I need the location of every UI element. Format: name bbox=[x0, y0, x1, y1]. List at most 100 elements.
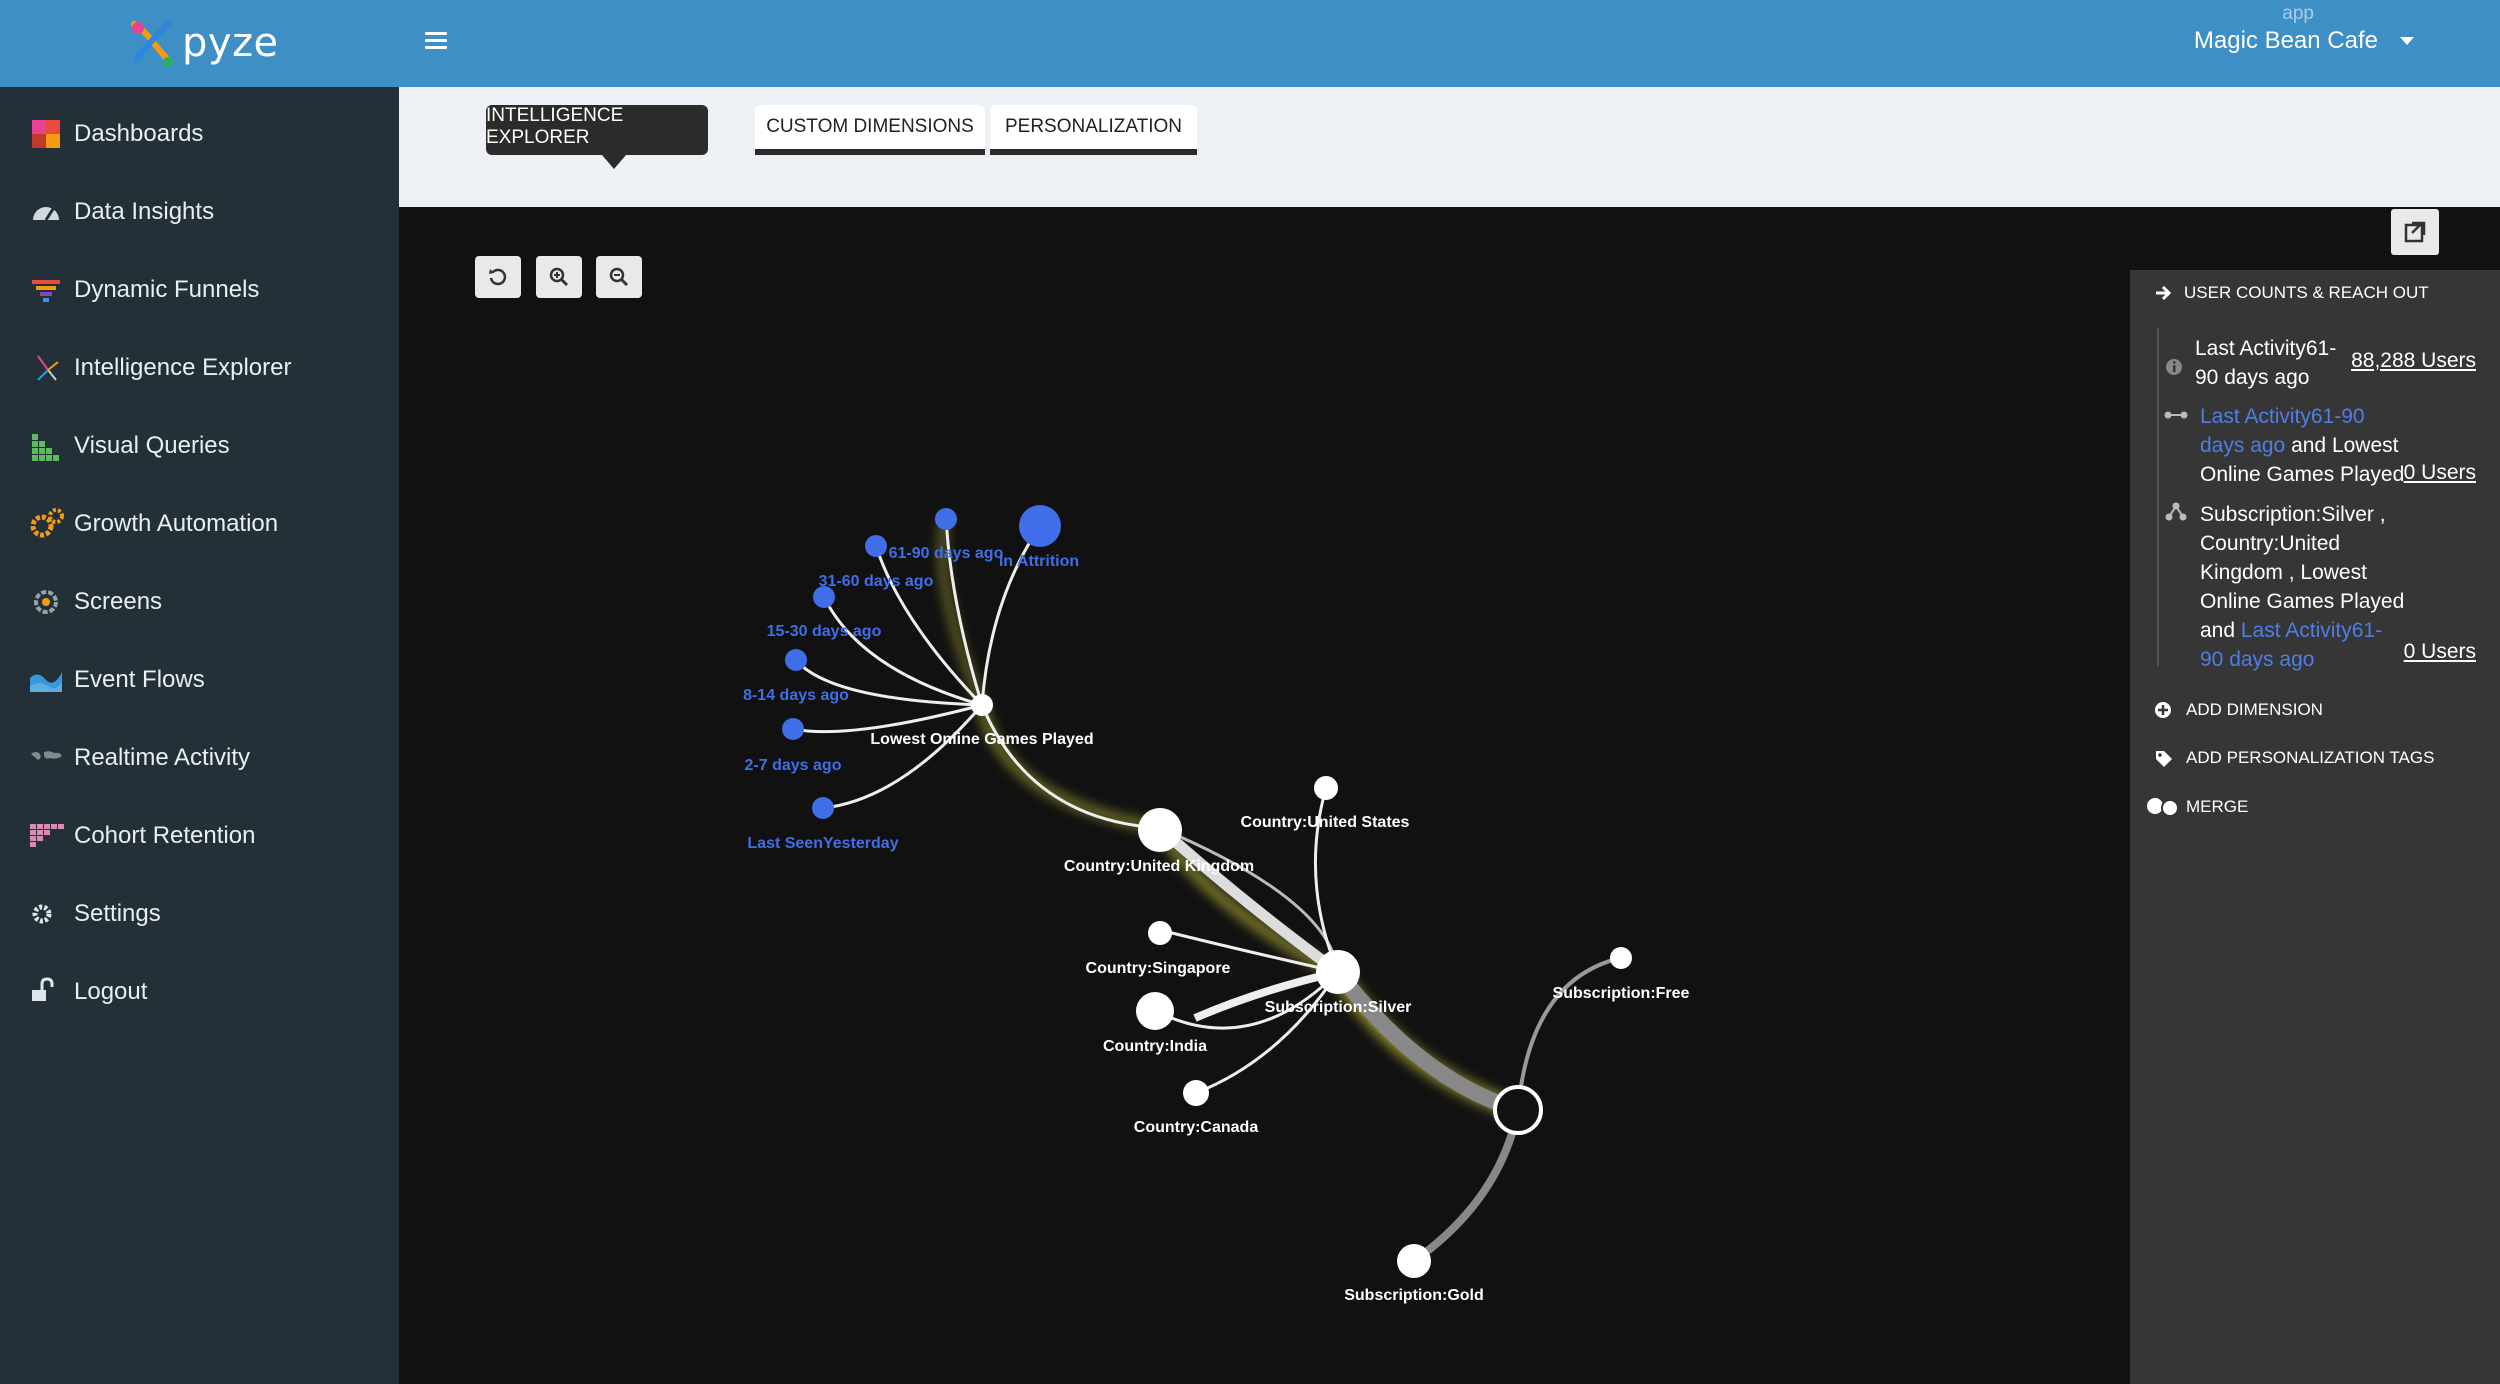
world-map-icon bbox=[28, 740, 64, 776]
pyze-logo-icon bbox=[131, 21, 173, 67]
merge-button[interactable]: MERGE bbox=[2146, 796, 2248, 818]
top-bar: app Magic Bean Cafe bbox=[399, 0, 2500, 87]
label-attrition: In Attrition bbox=[999, 553, 1079, 570]
tab-bar: INTELLIGENCE EXPLORER CUSTOM DIMENSIONS … bbox=[399, 87, 2500, 207]
tab-intelligence-explorer[interactable]: INTELLIGENCE EXPLORER bbox=[486, 105, 708, 155]
label-uk: Country:United Kingdom bbox=[1064, 858, 1254, 875]
sidebar-item-data-insights[interactable]: Data Insights bbox=[0, 173, 399, 251]
sidebar-item-logout[interactable]: Logout bbox=[0, 953, 399, 1031]
node-2-7[interactable] bbox=[782, 718, 804, 740]
node-us[interactable] bbox=[1314, 776, 1338, 800]
label-free: Subscription:Free bbox=[1553, 985, 1690, 1002]
sidebar-item-label: Data Insights bbox=[74, 198, 215, 225]
node-last-seen[interactable] bbox=[812, 797, 834, 819]
hamburger-menu-icon[interactable] bbox=[425, 32, 447, 50]
sidebar-item-label: Settings bbox=[74, 900, 161, 927]
segment-1-count[interactable]: 88,288 Users bbox=[2351, 349, 2476, 373]
label-15-30: 15-30 days ago bbox=[767, 623, 882, 640]
node-canada[interactable] bbox=[1183, 1080, 1209, 1106]
sidebar: pyze Dashboards Data Insights Dynamic Fu… bbox=[0, 0, 399, 1384]
label-61-90: 61-90 days ago bbox=[889, 545, 1004, 562]
app-selector[interactable]: Magic Bean Cafe bbox=[2194, 27, 2414, 55]
gauge-icon bbox=[28, 194, 64, 230]
node-silver[interactable] bbox=[1316, 950, 1360, 994]
sidebar-item-label: Dynamic Funnels bbox=[74, 276, 260, 303]
sidebar-item-label: Growth Automation bbox=[74, 510, 279, 537]
gears-icon bbox=[28, 506, 64, 542]
label-31-60: 31-60 days ago bbox=[819, 573, 934, 590]
dashboard-grid-icon bbox=[28, 116, 64, 152]
branch-icon bbox=[2165, 502, 2187, 521]
sidebar-item-dashboards[interactable]: Dashboards bbox=[0, 95, 399, 173]
sidebar-item-label: Logout bbox=[74, 978, 148, 1005]
sidebar-item-label: Realtime Activity bbox=[74, 744, 251, 771]
label-silver: Subscription:Silver bbox=[1265, 999, 1412, 1016]
node-61-90[interactable] bbox=[935, 508, 957, 530]
node-india[interactable] bbox=[1136, 992, 1174, 1030]
link-icon bbox=[2164, 411, 2188, 419]
unlock-icon bbox=[28, 974, 64, 1010]
sidebar-item-label: Dashboards bbox=[74, 120, 204, 147]
label-gold: Subscription:Gold bbox=[1344, 1287, 1484, 1304]
node-singapore[interactable] bbox=[1148, 921, 1172, 945]
segment-2-text: Last Activity61-90 days ago and Lowest O… bbox=[2200, 402, 2410, 489]
app-label: app bbox=[2282, 3, 2314, 24]
node-8-14[interactable] bbox=[785, 649, 807, 671]
segment-3-count[interactable]: 0 Users bbox=[2404, 640, 2476, 664]
sidebar-item-settings[interactable]: Settings bbox=[0, 875, 399, 953]
sidebar-item-label: Screens bbox=[74, 588, 163, 615]
funnel-icon bbox=[28, 272, 64, 308]
add-dimension-label: ADD DIMENSION bbox=[2186, 700, 2323, 719]
label-lowest-online: Lowest Online Games Played bbox=[870, 731, 1093, 748]
node-uk[interactable] bbox=[1138, 808, 1182, 852]
segment-1-link[interactable]: Last Activity61- 90 days ago bbox=[2195, 334, 2345, 392]
graph-labels: In Attrition 61-90 days ago 31-60 days a… bbox=[743, 545, 1689, 1304]
sidebar-item-dynamic-funnels[interactable]: Dynamic Funnels bbox=[0, 251, 399, 329]
sidebar-item-intelligence-explorer[interactable]: Intelligence Explorer bbox=[0, 329, 399, 407]
label-2-7: 2-7 days ago bbox=[745, 757, 842, 774]
flow-icon bbox=[28, 662, 64, 698]
active-tab-pointer bbox=[602, 155, 626, 169]
segment-3-text: Subscription:Silver , Country:United Kin… bbox=[2200, 500, 2410, 674]
node-31-60[interactable] bbox=[865, 535, 887, 557]
intelligence-graph[interactable]: In Attrition 61-90 days ago 31-60 days a… bbox=[399, 207, 2130, 1384]
app-name: Magic Bean Cafe bbox=[2193, 27, 2378, 54]
add-dimension-button[interactable]: ADD DIMENSION bbox=[2154, 700, 2323, 720]
node-free[interactable] bbox=[1610, 947, 1632, 969]
user-counts-panel: USER COUNTS & REACH OUT Last Activity61-… bbox=[2130, 270, 2500, 1384]
segment-2-count[interactable]: 0 Users bbox=[2404, 461, 2476, 485]
sidebar-nav: Dashboards Data Insights Dynamic Funnels… bbox=[0, 95, 399, 1031]
sidebar-item-label: Event Flows bbox=[74, 666, 205, 693]
sidebar-item-cohort-retention[interactable]: Cohort Retention bbox=[0, 797, 399, 875]
highlight-glow bbox=[939, 515, 1521, 1119]
add-personalization-tags-button[interactable]: ADD PERSONALIZATION TAGS bbox=[2154, 748, 2434, 768]
pyze-logo[interactable]: pyze bbox=[128, 18, 279, 68]
explorer-icon bbox=[28, 350, 64, 386]
cohort-grid-icon bbox=[28, 818, 64, 854]
panel-divider bbox=[2157, 328, 2159, 666]
sidebar-item-growth-automation[interactable]: Growth Automation bbox=[0, 485, 399, 563]
export-icon bbox=[2404, 221, 2426, 243]
panel-header[interactable]: USER COUNTS & REACH OUT bbox=[2154, 283, 2429, 303]
brand-name: pyze bbox=[182, 20, 279, 66]
sidebar-item-event-flows[interactable]: Event Flows bbox=[0, 641, 399, 719]
node-gold[interactable] bbox=[1397, 1244, 1431, 1278]
sidebar-item-screens[interactable]: Screens bbox=[0, 563, 399, 641]
node-lowest-online[interactable] bbox=[971, 694, 993, 716]
sidebar-item-label: Intelligence Explorer bbox=[74, 354, 292, 381]
tab-personalization[interactable]: PERSONALIZATION bbox=[990, 105, 1197, 155]
arrow-right-icon bbox=[2156, 285, 2172, 301]
screens-icon bbox=[28, 584, 64, 620]
sidebar-item-visual-queries[interactable]: Visual Queries bbox=[0, 407, 399, 485]
node-center[interactable] bbox=[1493, 1085, 1543, 1135]
label-singapore: Country:Singapore bbox=[1086, 960, 1231, 977]
tags-icon bbox=[2156, 751, 2172, 767]
sidebar-item-realtime-activity[interactable]: Realtime Activity bbox=[0, 719, 399, 797]
node-attrition[interactable] bbox=[1019, 505, 1061, 547]
label-canada: Country:Canada bbox=[1134, 1119, 1259, 1136]
staircase-icon bbox=[28, 428, 64, 464]
export-button[interactable] bbox=[2391, 209, 2439, 255]
merge-circles-icon bbox=[2147, 798, 2179, 817]
tab-custom-dimensions[interactable]: CUSTOM DIMENSIONS bbox=[755, 105, 985, 155]
panel-heading: USER COUNTS & REACH OUT bbox=[2184, 283, 2429, 302]
